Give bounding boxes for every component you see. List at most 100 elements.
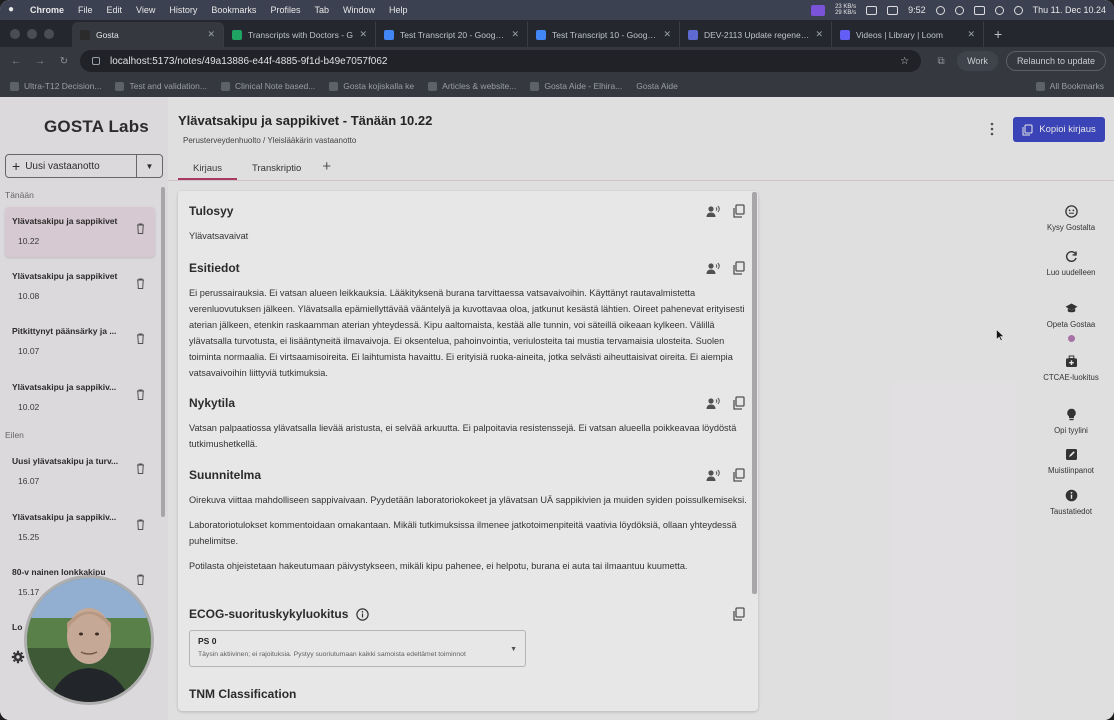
menu-view[interactable]: View xyxy=(136,5,155,15)
menu-edit[interactable]: Edit xyxy=(107,5,123,15)
more-options-kebab-icon[interactable] xyxy=(990,122,994,136)
profile-button[interactable]: Work xyxy=(957,51,998,71)
rail-ctcae[interactable]: CTCAE-luokitus xyxy=(1036,355,1106,383)
section-text[interactable]: Vatsan palpaatiossa ylävatsalla lievää a… xyxy=(189,420,749,452)
copy-icon[interactable] xyxy=(732,204,746,218)
keyboard-icon[interactable] xyxy=(973,5,985,15)
new-visit-dropdown-chevron-icon[interactable]: ▼ xyxy=(136,155,162,177)
tab-kirjaus[interactable]: Kirjaus xyxy=(178,155,238,180)
all-bookmarks-button[interactable]: All Bookmarks xyxy=(1035,81,1104,91)
close-tab-icon[interactable]: ✕ xyxy=(511,29,519,40)
screen-record-icon[interactable] xyxy=(811,4,826,16)
close-tab-icon[interactable]: ✕ xyxy=(663,29,671,40)
vpn-icon[interactable] xyxy=(935,5,945,15)
battery-icon[interactable] xyxy=(887,5,899,15)
rail-learn-style[interactable]: Opi tyylini xyxy=(1036,408,1106,436)
copy-icon[interactable] xyxy=(732,468,746,482)
tab-transkriptio[interactable]: Transkriptio xyxy=(237,155,316,180)
new-visit-button[interactable]: + Uusi vastaanotto ▼ xyxy=(5,154,163,178)
menu-window[interactable]: Window xyxy=(343,5,375,15)
delete-trash-icon[interactable] xyxy=(136,223,145,234)
bookmark-item[interactable]: Gosta Aide - Elhira... xyxy=(530,81,622,91)
note-list-item[interactable]: Ylävatsakipu ja sappikiv... 15.25 xyxy=(5,503,155,553)
menu-profiles[interactable]: Profiles xyxy=(270,5,300,15)
copy-icon[interactable] xyxy=(732,261,746,275)
close-tab-icon[interactable]: ✕ xyxy=(207,29,215,40)
settings-gear-icon[interactable] xyxy=(11,650,25,664)
bookmark-item[interactable]: Gosta Aide xyxy=(636,81,678,91)
new-tab-plus-icon[interactable]: + xyxy=(984,22,1012,47)
browser-tab-dev-2113[interactable]: DEV-2113 Update regenerat ✕ xyxy=(680,22,832,47)
site-info-icon[interactable] xyxy=(92,57,100,65)
copy-note-button[interactable]: Kopioi kirjaus xyxy=(1013,117,1105,142)
delete-trash-icon[interactable] xyxy=(136,574,145,585)
note-list-item[interactable]: Ylävatsakipu ja sappikivet 10.22 xyxy=(5,207,155,257)
bookmark-item[interactable]: Articles & website... xyxy=(428,81,516,91)
minimize-window-button[interactable] xyxy=(27,28,37,39)
rail-notes[interactable]: Muistiinpanot xyxy=(1036,448,1106,476)
back-arrow-icon[interactable]: ← xyxy=(8,56,24,67)
rail-background-info[interactable]: Taustatiedot xyxy=(1036,489,1106,517)
section-text[interactable]: Ei perussairauksia. Ei vatsan alueen lei… xyxy=(189,285,749,381)
note-list-item[interactable]: Ylävatsakipu ja sappikivet 10.08 xyxy=(5,262,155,312)
sidebar-scrollbar[interactable] xyxy=(161,187,165,517)
section-text[interactable]: Ylävatsavaivat xyxy=(189,228,749,244)
ecog-select[interactable]: PS 0 Täysin aktiivinen; ei rajoituksia. … xyxy=(189,630,526,667)
menubar-clock[interactable]: Thu 11. Dec 10.24 xyxy=(1033,5,1106,15)
maximize-window-button[interactable] xyxy=(44,28,54,39)
bookmark-item[interactable]: Clinical Note based... xyxy=(220,81,315,91)
copy-icon[interactable] xyxy=(732,607,746,621)
browser-tab-transcripts[interactable]: Transcripts with Doctors - G ✕ xyxy=(224,22,376,47)
close-tab-icon[interactable]: ✕ xyxy=(359,29,367,40)
section-text[interactable]: Laboratoriotulokset kommentoidaan omakan… xyxy=(189,517,749,549)
delete-trash-icon[interactable] xyxy=(136,519,145,530)
close-tab-icon[interactable]: ✕ xyxy=(815,29,823,40)
delete-trash-icon[interactable] xyxy=(136,333,145,344)
copy-icon[interactable] xyxy=(732,396,746,410)
menu-bookmarks[interactable]: Bookmarks xyxy=(211,5,256,15)
control-center-icon[interactable] xyxy=(1013,5,1023,15)
info-icon[interactable] xyxy=(356,607,370,621)
content-scrollbar[interactable] xyxy=(752,192,757,594)
browser-tab-transcript-20[interactable]: Test Transcript 20 - Google D ✕ xyxy=(376,22,528,47)
browser-tab-transcript-10[interactable]: Test Transcript 10 - Google D ✕ xyxy=(528,22,680,47)
delete-trash-icon[interactable] xyxy=(136,278,145,289)
add-tab-plus-icon[interactable]: + xyxy=(316,155,337,175)
menu-app-name[interactable]: Chrome xyxy=(30,5,64,15)
address-bar[interactable]: localhost:5173/notes/49a13886-e44f-4885-… xyxy=(80,50,922,72)
rail-teach-gosta[interactable]: Opeta Gostaa xyxy=(1036,302,1106,342)
read-aloud-speaker-icon[interactable] xyxy=(706,261,720,275)
close-window-button[interactable] xyxy=(10,28,20,39)
browser-tab-loom[interactable]: Videos | Library | Loom ✕ xyxy=(832,22,984,47)
section-text[interactable]: Potilasta ohjeistetaan hakeutumaan päivy… xyxy=(189,558,749,574)
bookmark-star-icon[interactable]: ☆ xyxy=(900,56,909,67)
menu-help[interactable]: Help xyxy=(389,5,408,15)
bookmark-item[interactable]: Ultra-T12 Decision... xyxy=(10,81,101,91)
note-list-item[interactable]: Uusi ylävatsakipu ja turv... 16.07 xyxy=(5,447,155,497)
note-list-item[interactable]: Ylävatsakipu ja sappikiv... 10.02 xyxy=(5,373,155,423)
apple-icon[interactable]: ● xyxy=(8,5,18,15)
menu-history[interactable]: History xyxy=(169,5,197,15)
read-aloud-speaker-icon[interactable] xyxy=(706,468,720,482)
bookmark-item[interactable]: Gosta kojiskalla ke xyxy=(329,81,414,91)
bookmark-item[interactable]: Test and validation... xyxy=(115,81,207,91)
delete-trash-icon[interactable] xyxy=(136,463,145,474)
read-aloud-speaker-icon[interactable] xyxy=(706,396,720,410)
menu-tab[interactable]: Tab xyxy=(314,5,329,15)
reload-icon[interactable]: ↻ xyxy=(56,56,72,67)
rail-ask-gosta[interactable]: Kysy Gostalta xyxy=(1036,205,1106,233)
time-machine-icon[interactable] xyxy=(954,5,964,15)
forward-arrow-icon[interactable]: → xyxy=(32,56,48,67)
section-text[interactable]: Oirekuva viittaa mahdolliseen sappivaiva… xyxy=(189,492,749,508)
delete-trash-icon[interactable] xyxy=(136,389,145,400)
menu-file[interactable]: File xyxy=(78,5,93,15)
webcam-bubble[interactable] xyxy=(24,575,154,705)
browser-tab-gosta[interactable]: Gosta ✕ xyxy=(72,22,224,47)
note-list-item[interactable]: Pitkittynyt päänsärky ja ... 10.07 xyxy=(5,317,155,367)
wifi-icon[interactable] xyxy=(994,5,1004,15)
camera-icon[interactable] xyxy=(866,5,878,15)
close-tab-icon[interactable]: ✕ xyxy=(967,29,975,40)
relaunch-update-button[interactable]: Relaunch to update xyxy=(1005,51,1106,71)
extensions-icon[interactable]: ⧉ xyxy=(933,56,949,67)
read-aloud-speaker-icon[interactable] xyxy=(706,204,720,218)
